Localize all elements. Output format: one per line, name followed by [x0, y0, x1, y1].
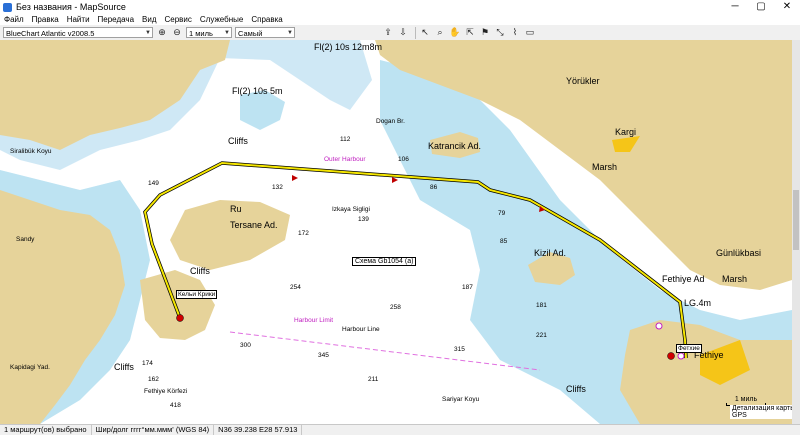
menu-find[interactable]: Найти: [63, 14, 94, 25]
map-detail-label: Детализация карты GPS: [730, 405, 800, 419]
hand-tool-icon[interactable]: ✋: [449, 27, 461, 39]
menu-help[interactable]: Справка: [247, 14, 286, 25]
waypoint-start-label[interactable]: Кельи Крики: [176, 290, 218, 299]
label-marsh-east: Marsh: [722, 274, 748, 284]
label-marsh-north: Marsh: [592, 162, 618, 172]
label-tersane: Tersane Ad.: [230, 220, 278, 230]
label-outer-harbour: Outer Harbour: [324, 156, 366, 163]
measure-tool-icon[interactable]: ▭: [524, 27, 536, 39]
menu-transfer[interactable]: Передача: [94, 14, 138, 25]
chevron-down-icon: ▼: [145, 30, 151, 36]
label-katrancik: Katrancik Ad.: [428, 141, 482, 151]
toolbar: BlueChart Atlantic v2008.5 ▼ ⊕ ⊖ 1 миль ▼ …: [0, 25, 800, 49]
label-cliffs-west: Cliffs: [190, 266, 210, 276]
light-buoy: [677, 352, 685, 360]
depth-label: 85: [500, 238, 508, 245]
minimize-button[interactable]: ─: [722, 0, 748, 14]
receive-from-device-icon[interactable]: ⇩: [397, 27, 409, 39]
depth-label: 132: [272, 184, 283, 191]
waypoint-tool-icon[interactable]: ⚑: [479, 27, 491, 39]
zoom-value: 1 миль: [189, 29, 213, 38]
app-icon: [3, 2, 12, 12]
menu-edit[interactable]: Правка: [28, 14, 63, 25]
label-harbour-limit: Harbour Limit: [294, 317, 334, 324]
label-harbour-line: Harbour Line: [342, 326, 380, 333]
depth-label: 112: [340, 136, 351, 143]
scale-label: 1 миль: [734, 396, 758, 403]
label-kargi: Kargi: [615, 127, 637, 137]
depth-label: 172: [298, 230, 309, 237]
depth-label: 106: [398, 156, 409, 163]
depth-label: 300: [240, 342, 251, 349]
label-fethiye-korfezi: Fethiye Körfezi: [144, 388, 188, 395]
depth-label: 162: [148, 376, 159, 383]
label-cliffs-north: Cliffs: [228, 136, 248, 146]
depth-label: 211: [368, 376, 379, 383]
title-bar: Без названия - MapSource ─ ▢ ✕: [0, 0, 800, 15]
detail-select[interactable]: Самый высокий▼: [235, 27, 295, 49]
send-to-device-icon[interactable]: ⇪: [382, 27, 394, 39]
depth-label: 221: [536, 332, 547, 339]
label-kizil: Kizil Ad.: [534, 248, 567, 258]
label-kapidagi: Kapidagi Yad.: [10, 364, 50, 371]
route-tool-icon[interactable]: ⤡: [494, 27, 506, 39]
zoom-in-icon[interactable]: ⊕: [156, 27, 168, 39]
chart-tooltip: Схема Gb1054 (а): [352, 257, 417, 266]
status-bar: 1 маршрут(ов) выбрано Шир/долг гггг°мм.м…: [0, 424, 800, 435]
maximize-button[interactable]: ▢: [748, 0, 774, 14]
depth-label: 187: [462, 284, 473, 291]
map-view[interactable]: Siralibük Koyu Sandy Cliffs Cliffs Cliff…: [0, 40, 792, 424]
depth-label: 315: [454, 346, 465, 353]
zoom-out-icon[interactable]: ⊖: [171, 27, 183, 39]
product-select[interactable]: BlueChart Atlantic v2008.5 ▼: [3, 27, 153, 38]
window-title: Без названия - MapSource: [16, 2, 126, 12]
menu-file[interactable]: Файл: [0, 14, 28, 25]
label-dogan: Dogan Br.: [376, 118, 405, 125]
label-izkaya: Izkaya Sigligi: [332, 206, 370, 213]
depth-label: 181: [536, 302, 547, 309]
depth-label: 86: [430, 184, 438, 191]
chevron-down-icon: ▼: [287, 30, 293, 36]
waypoint-start-marker[interactable]: [176, 314, 184, 322]
label-yoruklar: Yörükler: [566, 76, 600, 86]
light-buoy: [655, 322, 663, 330]
depth-label: 345: [318, 352, 329, 359]
selection-tool-icon[interactable]: ⇱: [464, 27, 476, 39]
close-button[interactable]: ✕: [774, 0, 800, 14]
toolbar-divider: [415, 26, 416, 39]
pointer-tool-icon[interactable]: ↖: [419, 27, 431, 39]
label-ru: Ru: [230, 204, 242, 214]
menu-utilities[interactable]: Служебные: [196, 14, 247, 25]
depth-label: 254: [290, 284, 301, 291]
label-light-island: Fl(2) 10s 5m: [232, 86, 283, 96]
depth-label: 79: [498, 210, 506, 217]
label-cliffs-east: Cliffs: [566, 384, 586, 394]
label-cliffs-south: Cliffs: [114, 362, 134, 372]
menu-tools[interactable]: Сервис: [161, 14, 196, 25]
depth-label: 418: [170, 402, 181, 409]
waypoint-end-label[interactable]: Фетхие: [676, 344, 702, 353]
menu-view[interactable]: Вид: [138, 14, 160, 25]
label-sirali: Siralibük Koyu: [10, 148, 52, 155]
depth-label: 149: [148, 180, 159, 187]
waypoint-end-marker[interactable]: [667, 352, 675, 360]
label-light-lg: LG.4m: [684, 298, 712, 308]
product-value: BlueChart Atlantic v2008.5: [6, 29, 95, 38]
label-light-north: Fl(2) 10s 12m8m: [314, 42, 383, 52]
scrollbar-thumb[interactable]: [793, 190, 799, 250]
depth-label: 258: [390, 304, 401, 311]
label-sandy: Sandy: [16, 236, 35, 243]
chevron-down-icon: ▼: [224, 30, 230, 36]
depth-label: 174: [142, 360, 153, 367]
vertical-scrollbar[interactable]: [792, 40, 800, 424]
zoom-select[interactable]: 1 миль ▼: [186, 27, 232, 38]
depth-label: 139: [358, 216, 369, 223]
zoom-tool-icon[interactable]: ⌕: [434, 27, 446, 39]
label-fethiye-ad: Fethiye Ad: [662, 274, 705, 284]
label-gunluk: Günlükbasi: [716, 248, 762, 258]
track-tool-icon[interactable]: ⌇: [509, 27, 521, 39]
label-saryar: Sariyar Koyu: [442, 396, 480, 403]
